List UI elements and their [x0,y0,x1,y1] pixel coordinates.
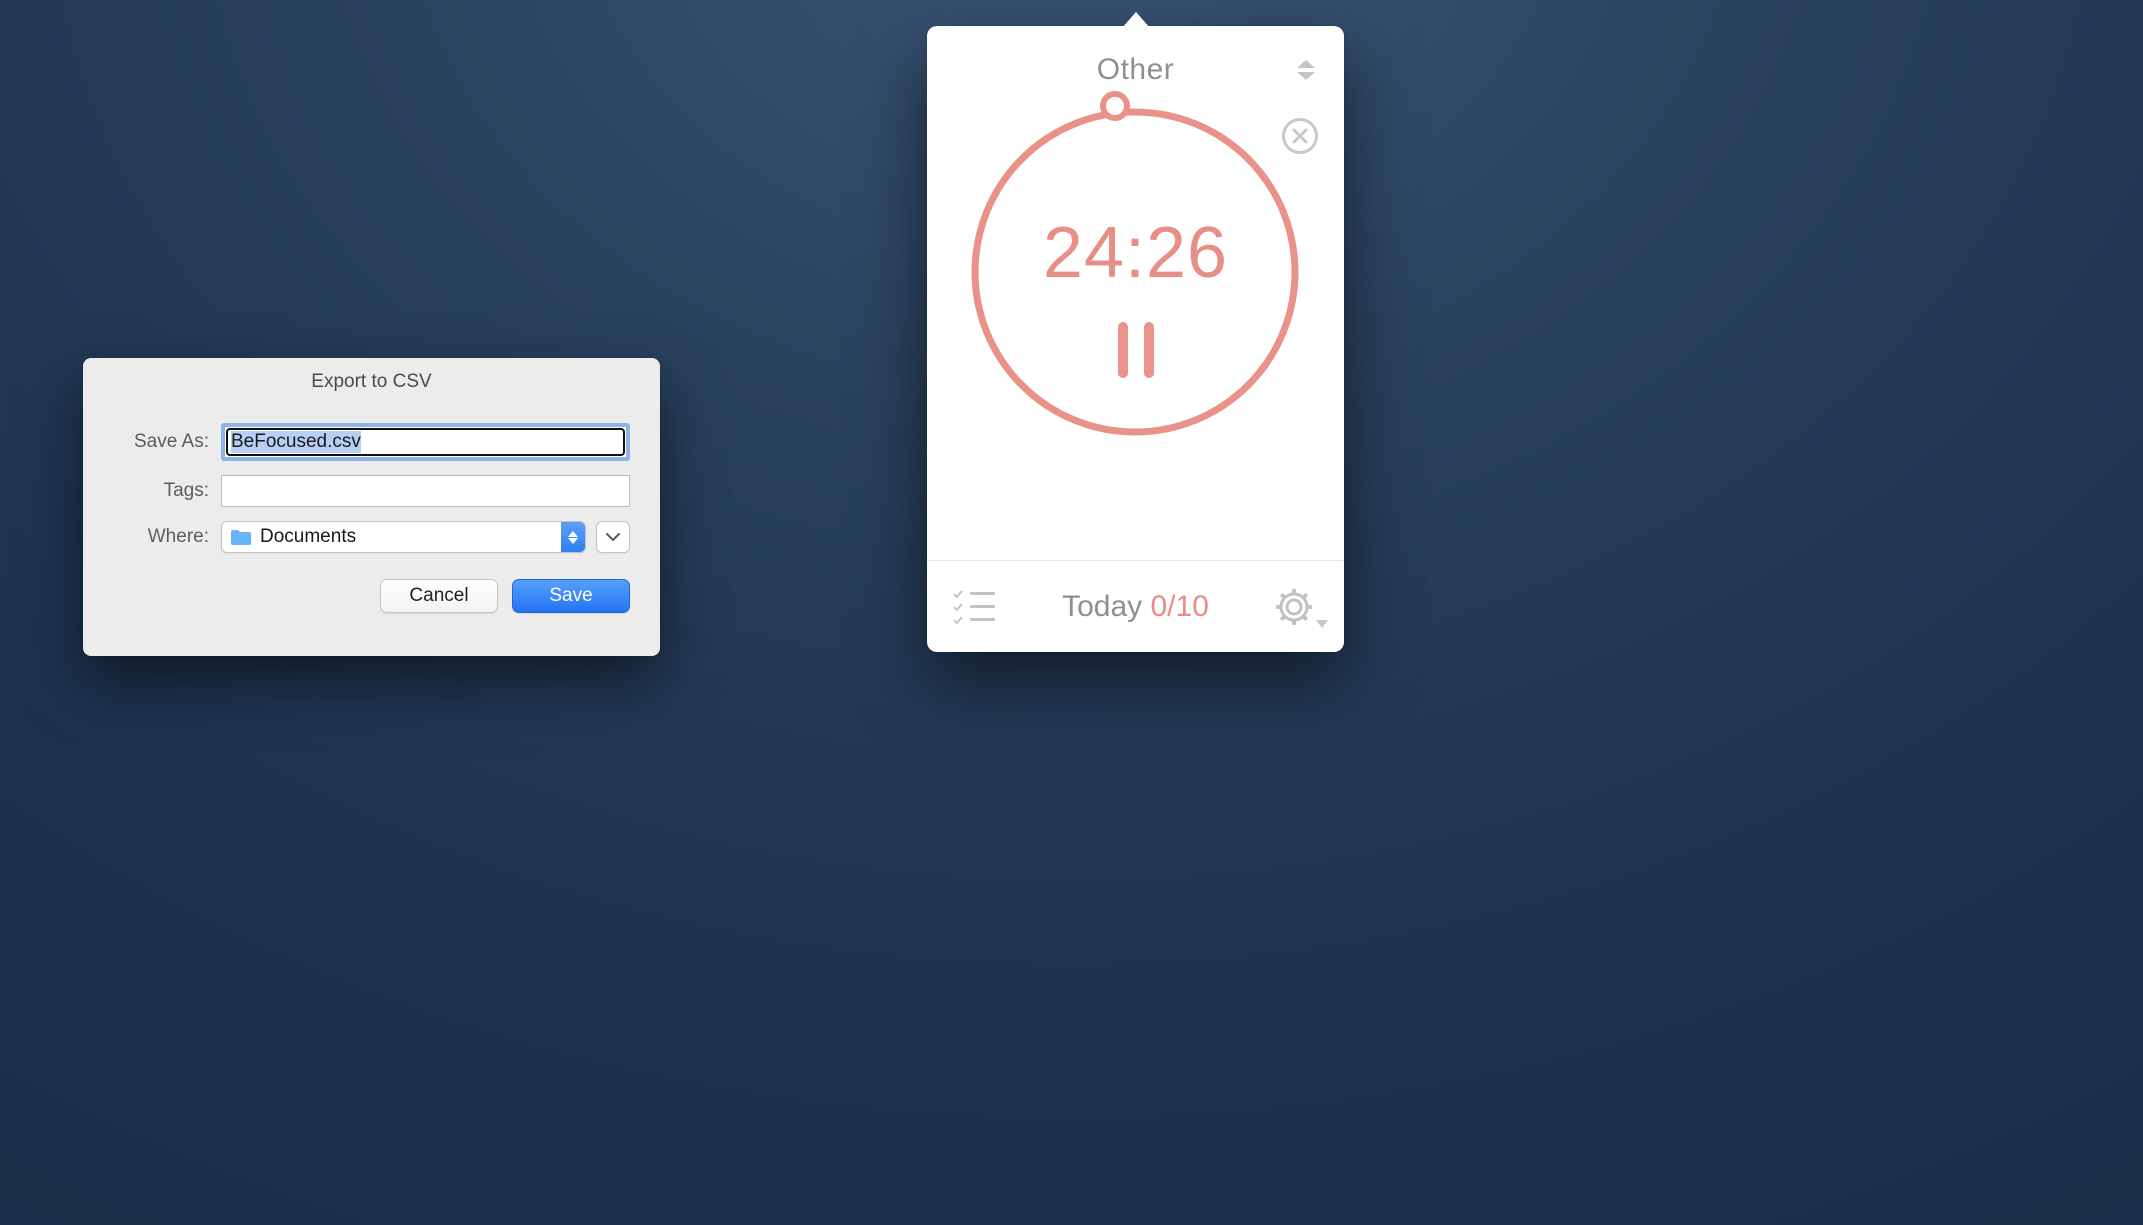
chevron-down-icon [606,533,620,542]
task-list-button[interactable] [953,590,995,624]
save-button[interactable]: Save [512,579,630,613]
export-csv-dialog: Export to CSV Save As: Tags: Where: Docu [83,358,660,656]
pause-button[interactable] [927,322,1344,378]
checkmark-icon [953,616,963,624]
where-label: Where: [113,526,221,548]
dropdown-icon [1316,620,1328,628]
today-count: 0/10 [1151,590,1209,623]
expand-button[interactable] [596,521,630,553]
where-popup[interactable]: Documents [221,521,586,553]
cancel-button[interactable]: Cancel [380,579,498,613]
popup-arrows-icon [561,522,585,552]
where-value: Documents [260,526,356,548]
timer-area: 24:26 [927,114,1344,514]
chevron-down-icon [1296,71,1316,81]
popover-footer: Today 0/10 [927,560,1344,652]
today-progress: Today 0/10 [995,590,1276,624]
popover-header: Other [927,26,1344,114]
tags-label: Tags: [113,480,221,502]
pause-icon-bar [1144,322,1154,378]
timer-time-display: 24:26 [927,212,1344,294]
dialog-title: Export to CSV [83,358,660,403]
save-as-focus-ring [221,423,630,461]
save-button-label: Save [549,585,592,607]
save-as-input[interactable] [227,429,624,455]
checkmark-icon [953,603,963,611]
checkmark-icon [953,590,963,598]
timer-handle[interactable] [1100,91,1130,121]
dialog-button-row: Cancel Save [83,567,660,613]
today-label: Today [1062,590,1142,623]
cancel-button-label: Cancel [409,585,468,607]
tags-input[interactable] [221,475,630,507]
settings-button[interactable] [1276,589,1318,625]
where-popup-content: Documents [222,526,561,548]
tags-row: Tags: [113,475,630,507]
save-as-label: Save As: [113,431,221,453]
form-rows: Save As: Tags: Where: Documents [83,403,660,553]
where-group: Documents [221,521,630,553]
folder-icon [230,528,252,546]
chevron-up-icon [1296,59,1316,69]
gear-icon [1276,589,1312,625]
where-row: Where: Documents [113,521,630,553]
timer-popover: Other 24:26 [927,26,1344,652]
category-selector[interactable]: Other [1097,53,1175,87]
category-stepper[interactable] [1296,59,1316,81]
pause-icon-bar [1118,322,1128,378]
save-as-row: Save As: [113,423,630,461]
category-label-text: Other [1097,53,1175,86]
